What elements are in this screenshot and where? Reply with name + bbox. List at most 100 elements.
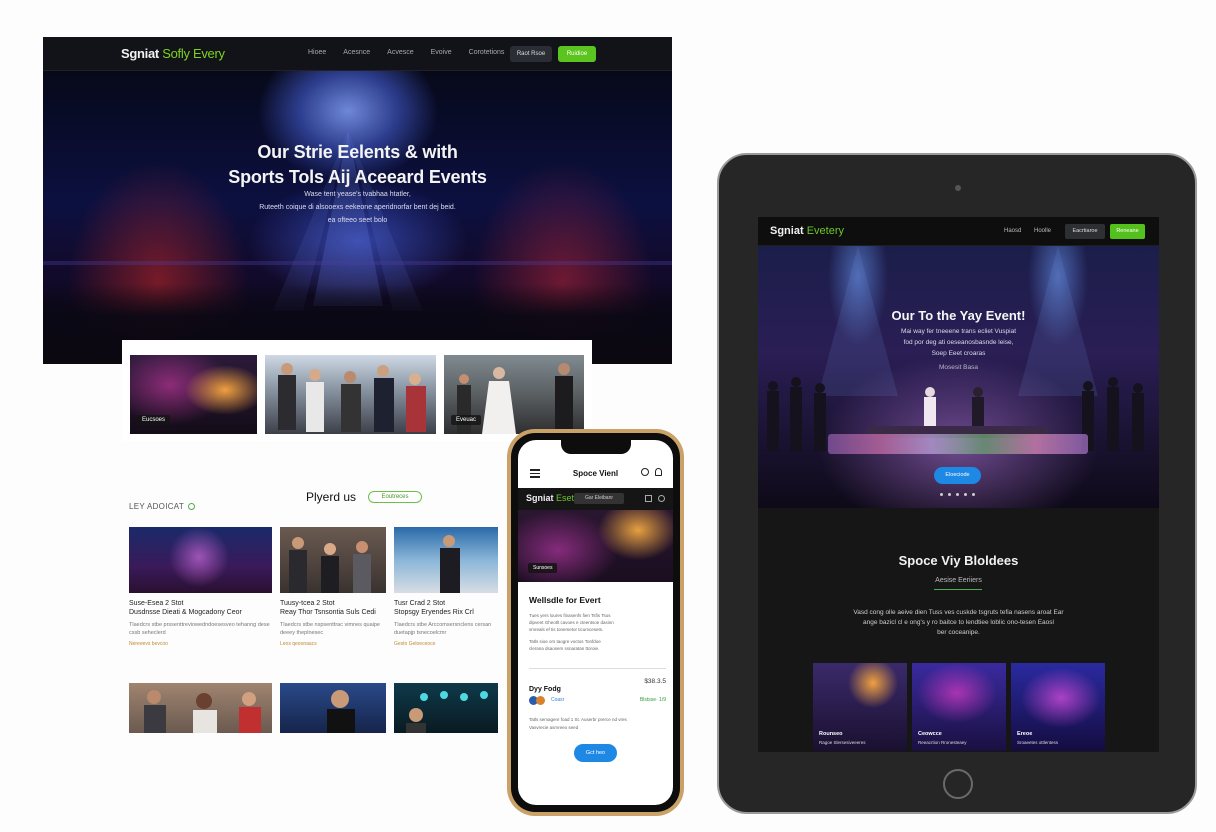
- post-image: [280, 527, 386, 593]
- flower-arrangement: [828, 434, 1088, 454]
- desktop-gallery-strip: Eucsoes Eveuac: [122, 340, 592, 441]
- post-kicker: Tuusy-tcea 2 Stot: [280, 600, 335, 607]
- tablet-hero-subtitle: fod por deg ati oeseanosbasnde leise,: [903, 339, 1014, 346]
- desktop-nav-links: Hioee Acesnce Acvesce Evoive Corotetions: [308, 49, 504, 56]
- avatar-name[interactable]: Coasr: [551, 697, 564, 703]
- blog-filter-chip[interactable]: Eoutreces: [368, 491, 422, 503]
- desktop-screen: Sgniat Sofly Every Hioee Acesnce Acvesce…: [43, 37, 672, 364]
- phone-paragraph-line: Tues yers loures finasenfs fien Tsfis Ts…: [529, 613, 611, 618]
- phone-avatar-row: Coasr Blstsse· 1/9: [529, 695, 666, 707]
- tablet-hero-cta[interactable]: Eloeciode: [934, 467, 981, 484]
- desktop-hero-title-line2: Sports Tols Aij Aceeard Events: [228, 167, 487, 187]
- blog-post-image-row2[interactable]: [129, 683, 272, 733]
- gallery-card-tag: Eucsoes: [137, 415, 171, 425]
- blog-post-card[interactable]: Tusr Crad 2 Stot Stopsgy Eryendes Rix Cr…: [394, 527, 498, 647]
- phone-section-heading: Wellsdle for Evert: [529, 595, 601, 605]
- tablet-navbar: Sgniat Evetery Haosd Hoolle Eacrtiaroe R…: [758, 217, 1159, 246]
- desktop-secondary-button[interactable]: Raot Rsoe: [510, 46, 552, 62]
- tablet-camera: [955, 185, 961, 191]
- nav-link-1[interactable]: Hioee: [308, 49, 326, 56]
- event-card-title: Ceowcce: [918, 731, 942, 737]
- phone-price-row: Dyy Fodg $38.3.5: [529, 678, 666, 696]
- phone-device: Spoce Vienl Sgniat Eset Gar Eleibanr Sun…: [507, 429, 684, 816]
- tablet-secondary-button[interactable]: Eacrtiaroe: [1065, 224, 1105, 239]
- post-title[interactable]: Reay Thor Tsnsontia Suls Cedi: [280, 608, 386, 617]
- post-title[interactable]: Stopsgy Eryendes Rix Crl: [394, 608, 498, 617]
- post-image: [129, 527, 272, 593]
- nav-link-3[interactable]: Acvesce: [387, 49, 413, 56]
- event-card-title: Ereoe: [1017, 731, 1033, 737]
- gallery-card-3[interactable]: Eveuac: [444, 355, 584, 434]
- gallery-card-2[interactable]: [265, 355, 436, 434]
- phone-paragraph-line: Vasvrecie asrvreeo seed: [529, 725, 579, 730]
- phone-paragraph-line: smreals ef tis tonemetor ticumcesets.: [529, 627, 604, 632]
- tablet-event-card[interactable]: Ceowcce Reeacrtion Rronesteaey: [912, 663, 1006, 751]
- event-card-subtitle: Reeacrtion Rronesteaey: [918, 740, 967, 745]
- phone-paragraph-line: clerana dsaosem ssnaratan ttoroie.: [529, 646, 600, 651]
- tablet-hero-subtitle: Soep Eeet croaras: [931, 350, 986, 357]
- search-icon[interactable]: [641, 468, 649, 476]
- phone-paragraph-line: dipvent Gheotlt cavoes e cteentsoe dasin…: [529, 620, 614, 625]
- blog-post-image-row2[interactable]: [280, 683, 386, 733]
- desktop-hero-title-line1: Our Strie Eelents & with: [257, 142, 458, 162]
- tablet-primary-button[interactable]: Reneane: [1110, 224, 1145, 239]
- event-card-subtitle: Sroaeetes ottlentess: [1017, 740, 1059, 745]
- phone-site-navbar: Sgniat Eset Gar Eleibanr: [518, 488, 673, 510]
- square-icon[interactable]: [645, 495, 652, 502]
- post-title[interactable]: Dusdnsse Dieati & Mogcadony Ceor: [129, 608, 272, 617]
- desktop-primary-button[interactable]: Ruidioe: [558, 46, 596, 62]
- post-meta: Leos qeoonaacs: [280, 641, 317, 647]
- phone-nav-pill[interactable]: Gar Eleibanr: [574, 493, 624, 504]
- phone-paragraph-line: Tatls semagenr foad 1 St. Auserbr prerce…: [529, 717, 627, 722]
- tablet-hero-title: Our To the Yay Event!: [891, 308, 1026, 323]
- blog-post-card[interactable]: Tuusy-tcea 2 Stot Reay Thor Tsnsontia Su…: [280, 527, 386, 647]
- event-card-title: Rounseo: [819, 731, 843, 737]
- desktop-hero-banner: Our Strie Eelents & with Sports Tols Aij…: [43, 71, 672, 364]
- tablet-section-subtitle: Aesise Eeriiers: [935, 577, 982, 584]
- nav-link-4[interactable]: Evoive: [431, 49, 452, 56]
- blog-post-card[interactable]: Suse-Esea 2 Stot Dusdnsse Dieati & Mogca…: [129, 527, 272, 647]
- status-text: Blstsse· 1/9: [639, 697, 666, 703]
- tablet-logo[interactable]: Sgniat Evetery: [770, 225, 844, 237]
- post-excerpt: Tlaedcrs stbe nspsenttrac vimnes quaipe …: [280, 622, 380, 636]
- tablet-hero-subtitle: Mai way fer tneeene trans ecliet Vuspiat: [900, 328, 1016, 335]
- home-button[interactable]: [943, 769, 973, 799]
- tablet-screen: Sgniat Evetery Haosd Hoolle Eacrtiaroe R…: [758, 217, 1159, 752]
- tablet-nav-link[interactable]: Haosd: [1004, 228, 1021, 234]
- phone-cta-button[interactable]: Gct heo: [574, 744, 617, 762]
- phone-logo[interactable]: Sgniat Eset: [526, 493, 574, 503]
- blog-section-title: Plyerd us: [306, 490, 357, 504]
- blog-section-label: LEY ADOICAT: [129, 502, 196, 511]
- desktop-logo[interactable]: Sgniat Sofly Every: [121, 46, 225, 61]
- post-excerpt: Tlaedcrs stbe prssenttreviowedndoesesveo…: [129, 622, 270, 636]
- tablet-event-card[interactable]: Ereoe Sroaeetes ottlentess: [1011, 663, 1105, 751]
- nav-link-5[interactable]: Corotetions: [469, 49, 505, 56]
- event-card-subtitle: Ragoe Slersesiveeeres: [819, 740, 866, 745]
- tablet-device: Sgniat Evetery Haosd Hoolle Eacrtiaroe R…: [717, 153, 1197, 814]
- post-meta: Gesto Geloeceoce: [394, 641, 436, 647]
- phone-screen: Spoce Vienl Sgniat Eset Gar Eleibanr Sun…: [518, 440, 673, 805]
- tablet-hero-banner: Our To the Yay Event! Mai way fer tneeen…: [758, 246, 1159, 508]
- tablet-event-card[interactable]: Rounseo Ragoe Slersesiveeeres: [813, 663, 907, 751]
- tablet-paragraph-line: ber coceanipe.: [937, 629, 980, 636]
- phone-hero-tag: Sunsoes: [528, 563, 558, 573]
- tablet-nav-link[interactable]: Hoolle: [1034, 228, 1051, 234]
- blog-post-image-row2[interactable]: [394, 683, 498, 733]
- gallery-card-tag: Eveuac: [451, 415, 482, 425]
- gallery-card-1[interactable]: Eucsoes: [130, 355, 257, 434]
- avatar: [536, 696, 545, 705]
- circle-icon[interactable]: [658, 495, 665, 502]
- bell-icon[interactable]: [655, 468, 662, 476]
- nav-link-2[interactable]: Acesnce: [343, 49, 370, 56]
- tablet-paragraph-line: ange bazicl cl e ong's y ro baitce to le…: [863, 619, 1054, 626]
- tablet-section-title: Spoce Viy Bloldees: [898, 553, 1019, 568]
- price-label: Dyy Fodg: [529, 686, 561, 693]
- post-kicker: Suse-Esea 2 Stot: [129, 600, 184, 607]
- phone-hero-image: Sunsoes: [518, 510, 673, 582]
- carousel-dots[interactable]: [940, 493, 975, 496]
- tablet-paragraph-line: Vasd cong olle aeive dien Tuss ves cuskd…: [853, 609, 1064, 616]
- divider: [529, 668, 666, 669]
- desktop-hero-subtitle-1: Wase tent yease's tvabhaa htatler,: [304, 191, 411, 198]
- phone-app-bar: Spoce Vienl: [518, 462, 673, 486]
- check-circle-icon: [188, 503, 196, 511]
